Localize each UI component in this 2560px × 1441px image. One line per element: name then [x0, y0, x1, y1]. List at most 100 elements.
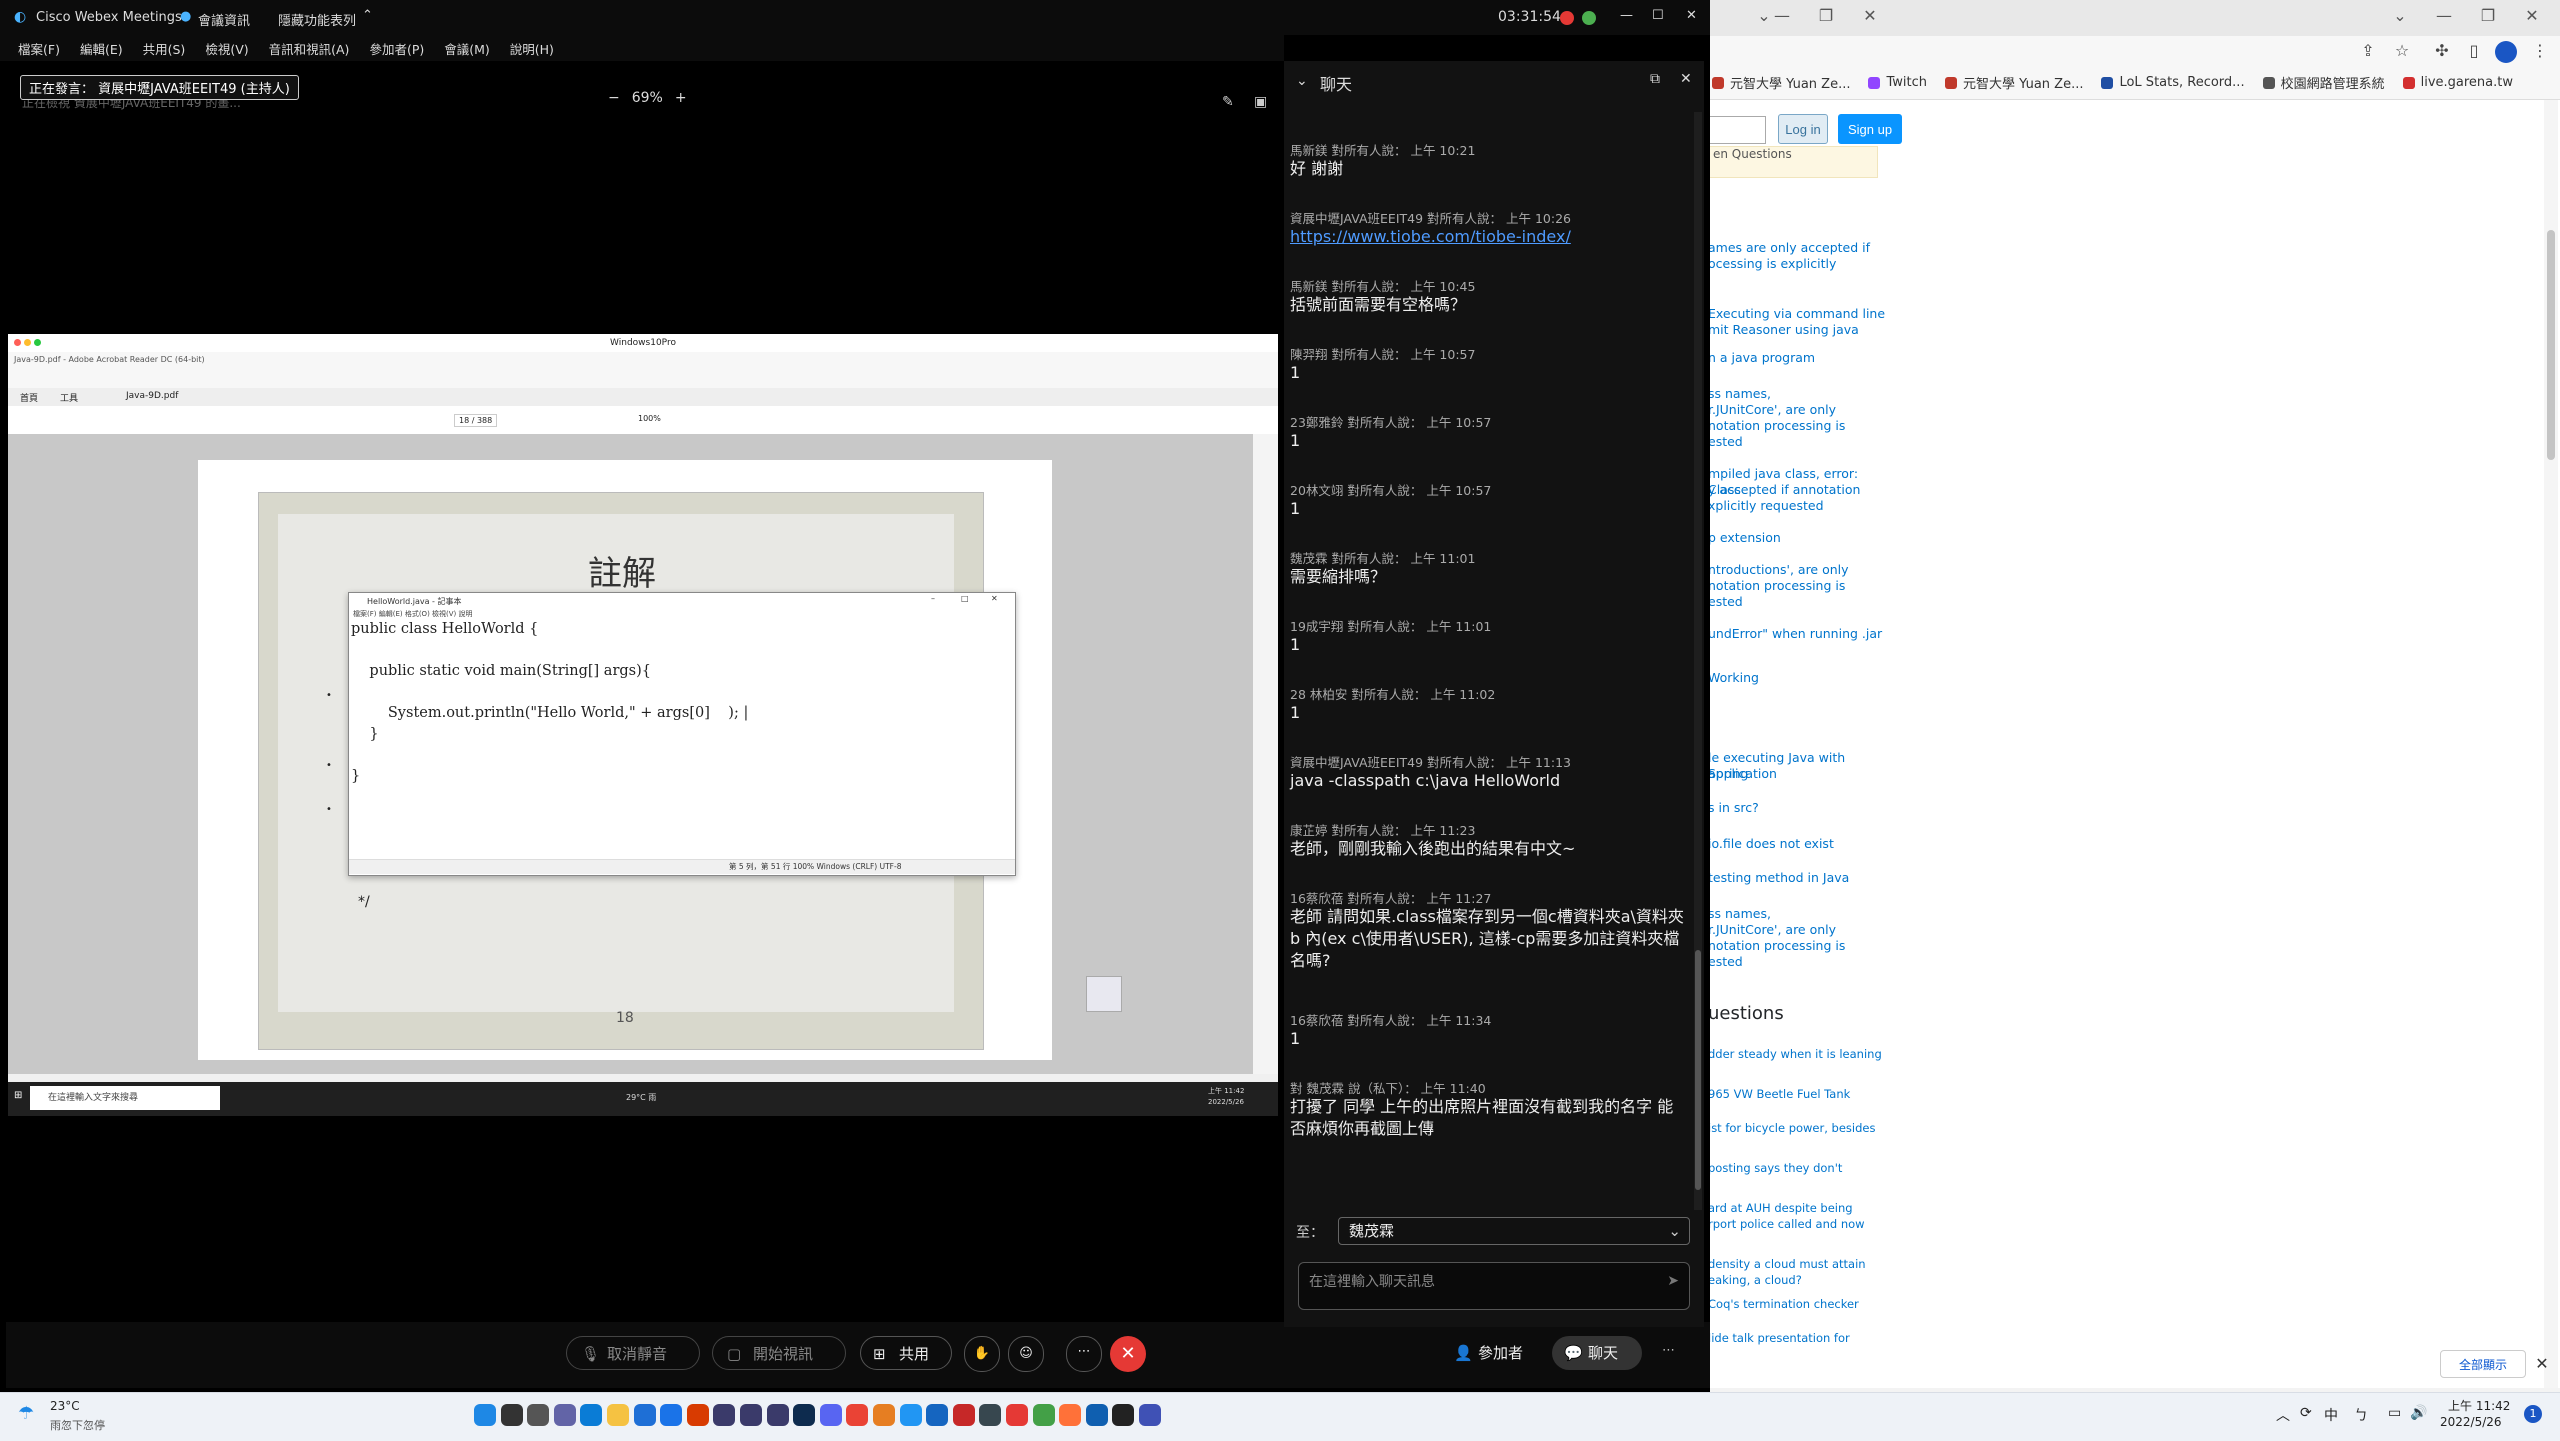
related-question-link[interactable]: mit Reasoner using java	[1708, 322, 1888, 338]
menu-item[interactable]: 編輯(E)	[80, 39, 123, 58]
menu-item[interactable]: 參加者(P)	[369, 39, 424, 58]
tab-list-chevron-icon[interactable]: ⌄	[2380, 4, 2420, 28]
menu-item[interactable]: 檢視(V)	[205, 39, 248, 58]
related-question-link[interactable]: Executing via command line	[1708, 306, 1888, 322]
more-options-icon[interactable]: ⋯	[1066, 1336, 1102, 1372]
close-icon[interactable]: ✕	[1680, 71, 1692, 87]
chevron-up-icon[interactable]: ⌃	[362, 8, 373, 23]
related-question-link[interactable]: undError" when running .jar	[1708, 626, 1888, 642]
related-question-link[interactable]: r.JUnitCore', are only	[1708, 922, 1888, 938]
hot-question-link[interactable]: ist for bicycle power, besides	[1708, 1120, 1888, 1136]
related-question-link[interactable]: ss names,	[1708, 386, 1888, 402]
share-icon[interactable]: ⇪	[2356, 40, 2380, 62]
bookmark-item[interactable]: 校園網路管理系統	[2262, 73, 2385, 92]
firefox-icon[interactable]	[1059, 1404, 1082, 1426]
bookmark-item[interactable]: 元智大學 Yuan Ze...	[1945, 73, 2083, 92]
terminal-icon[interactable]	[1112, 1404, 1135, 1426]
raise-hand-icon[interactable]: ✋	[964, 1336, 1000, 1372]
menu-item[interactable]: 檔案(F)	[18, 39, 60, 58]
unmute-button[interactable]: 🎙 取消靜音	[566, 1336, 700, 1370]
hot-question-link[interactable]: posting says they don't	[1708, 1160, 1888, 1176]
related-question-link[interactable]: application	[1708, 766, 1888, 782]
start-icon[interactable]	[474, 1404, 496, 1426]
chat-button[interactable]: 💬 聊天	[1552, 1336, 1642, 1370]
reactions-icon[interactable]: ☺	[1008, 1336, 1044, 1372]
discord-icon[interactable]	[819, 1404, 842, 1426]
maximize-icon[interactable]: □	[961, 594, 969, 603]
related-question-link[interactable]: y accepted if annotation	[1708, 482, 1888, 498]
show-all-button[interactable]: 全部顯示	[2440, 1350, 2526, 1378]
recipient-select[interactable]: 魏茂霖 ⌄	[1338, 1217, 1690, 1245]
bookmark-item[interactable]: live.garena.tw	[2402, 75, 2513, 90]
code-editor[interactable]: public class HelloWorld { public static …	[351, 619, 748, 787]
bookmark-item[interactable]: 元智大學 Yuan Ze...	[1712, 73, 1850, 92]
maximize-icon[interactable]: ☐	[1652, 8, 1664, 23]
sidebar-icon[interactable]: ▯	[2462, 40, 2486, 62]
related-question-link[interactable]: r.JUnitCore', are only	[1708, 402, 1888, 418]
close-icon[interactable]: ✕	[1850, 4, 1890, 28]
hide-menu-toggle[interactable]: 隱藏功能表列	[278, 10, 356, 29]
connection-icon[interactable]	[1582, 11, 1596, 25]
restore-icon[interactable]: ❐	[1806, 4, 1846, 28]
related-question-link[interactable]: ested	[1708, 954, 1888, 970]
participants-button[interactable]: 👤 參加者	[1446, 1336, 1546, 1370]
network-icon[interactable]: ▭	[2388, 1405, 2401, 1421]
related-question-link[interactable]: ocessing is explicitly	[1708, 256, 1888, 272]
ime-mode-icon[interactable]: ㄅ	[2354, 1405, 2368, 1425]
zoom-out-button[interactable]: −	[608, 90, 620, 106]
weather-icon[interactable]: ☂	[18, 1403, 34, 1424]
teams-chat-icon[interactable]	[553, 1404, 576, 1426]
signup-button[interactable]: Sign up	[1838, 114, 1902, 144]
menu-item[interactable]: 會議(M)	[444, 39, 490, 58]
leave-meeting-button[interactable]: ✕	[1110, 1336, 1146, 1372]
mail-icon[interactable]	[660, 1404, 683, 1426]
sync-icon[interactable]: ⟳	[2300, 1405, 2312, 1421]
tab-home[interactable]: 首頁	[20, 391, 38, 404]
hot-question-link[interactable]: lide talk presentation for	[1708, 1330, 1888, 1346]
site-search-input[interactable]	[1708, 116, 1766, 144]
volume-icon[interactable]: 🔊	[2410, 1405, 2427, 1421]
login-button[interactable]: Log in	[1778, 114, 1828, 144]
window-restore-icon[interactable]: ❐	[2468, 4, 2508, 28]
hot-question-link[interactable]: eaking, a cloud?	[1708, 1272, 1888, 1288]
page-indicator[interactable]: 18 / 388	[454, 414, 498, 427]
collapse-chevron-icon[interactable]: ⌄	[1296, 73, 1308, 89]
panel-more-icon[interactable]: ⋯	[1662, 1336, 1692, 1370]
related-question-link[interactable]: notation processing is	[1708, 418, 1888, 434]
related-question-link[interactable]: ntroductions', are only	[1708, 562, 1888, 578]
taskbar-date[interactable]: 2022/5/26	[2440, 1415, 2502, 1429]
edge-icon[interactable]	[580, 1404, 603, 1426]
photoshop-icon[interactable]	[793, 1404, 816, 1426]
taskbar-time[interactable]: 上午 11:42	[2448, 1397, 2510, 1414]
zoom-in-button[interactable]: +	[675, 90, 687, 106]
office-icon[interactable]	[686, 1404, 709, 1426]
close-icon[interactable]: ✕	[1686, 8, 1697, 23]
menu-item[interactable]: 說明(H)	[510, 39, 554, 58]
share-button[interactable]: ⊞ 共用	[860, 1336, 952, 1370]
mac-zoom-dot[interactable]	[34, 339, 41, 346]
ime-indicator[interactable]: 中	[2324, 1405, 2338, 1425]
app-icon[interactable]	[740, 1404, 762, 1426]
related-question-link[interactable]: testing method in Java	[1708, 870, 1888, 886]
related-question-link[interactable]: n a java program	[1708, 350, 1888, 366]
app-icon[interactable]	[873, 1404, 895, 1426]
related-question-link[interactable]: ested	[1708, 434, 1888, 450]
chat-message-link[interactable]: https://www.tiobe.com/tiobe-index/	[1290, 226, 1685, 248]
minimize-icon[interactable]: –	[931, 594, 935, 603]
more-menu-icon[interactable]: ⋮	[2528, 40, 2552, 62]
app-icon[interactable]	[926, 1404, 949, 1426]
app-icon[interactable]	[979, 1404, 1002, 1426]
meeting-info-link[interactable]: 會議資訊	[198, 10, 250, 29]
tab-tools[interactable]: 工具	[60, 391, 78, 404]
close-icon[interactable]: ✕	[991, 594, 998, 603]
store-icon[interactable]	[633, 1404, 656, 1426]
related-question-link[interactable]: ames are only accepted if	[1708, 240, 1888, 256]
zoom-select[interactable]: 100%	[638, 414, 661, 423]
weather-temp[interactable]: 23°C	[50, 1399, 80, 1413]
popout-icon[interactable]: ⧉	[1650, 71, 1660, 87]
profile-avatar[interactable]	[2495, 41, 2517, 63]
app-icon[interactable]	[1006, 1404, 1028, 1426]
related-question-link[interactable]: s in src?	[1708, 800, 1888, 816]
browser-scrollbar-thumb[interactable]	[2547, 230, 2555, 460]
mac-minimize-dot[interactable]	[24, 339, 31, 346]
